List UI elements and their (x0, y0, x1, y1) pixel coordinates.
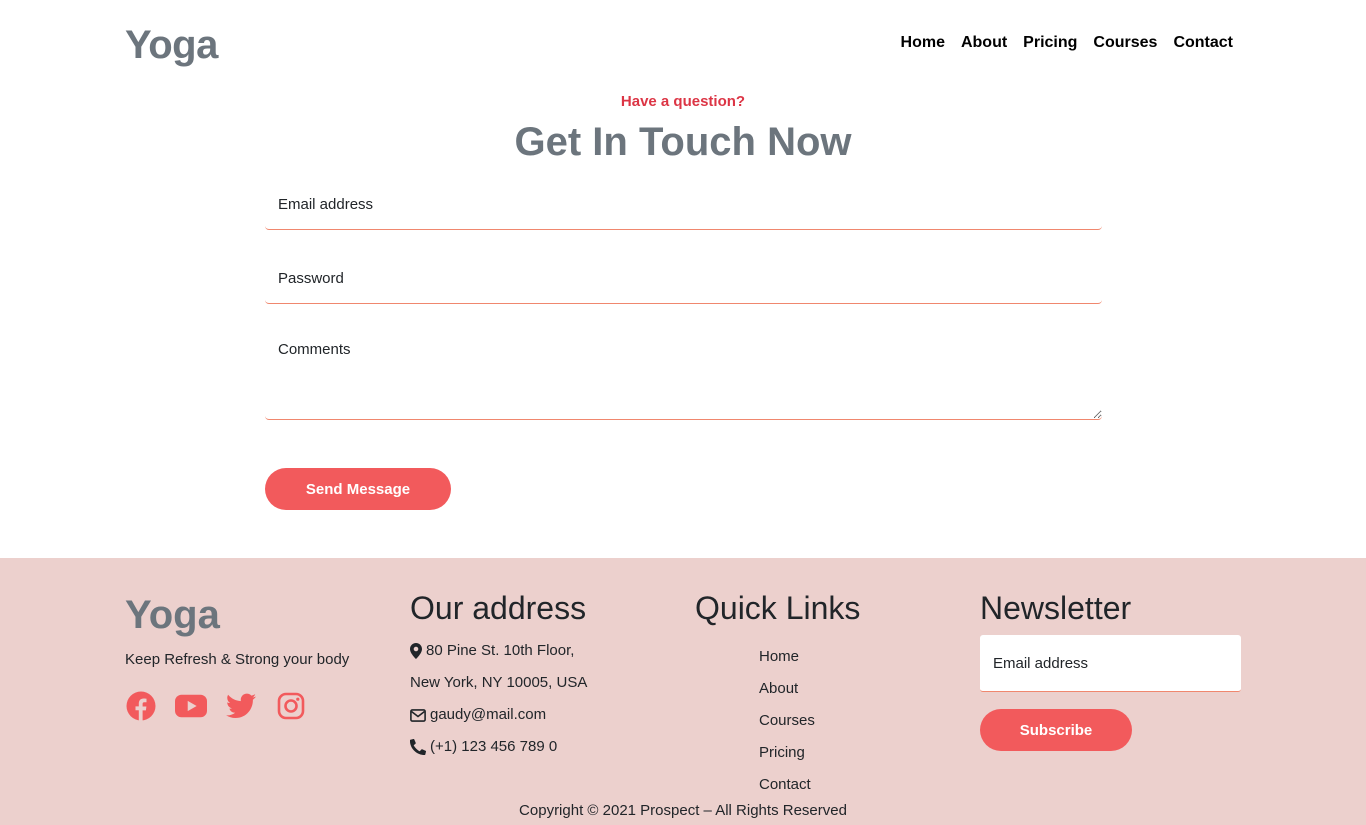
nav-about[interactable]: About (961, 33, 1007, 53)
nav-courses[interactable]: Courses (1093, 33, 1157, 53)
site-header: Yoga Home About Pricing Courses Contact (0, 0, 1366, 90)
contact-eyebrow: Have a question? (620, 93, 746, 110)
quick-link-pricing[interactable]: Pricing (759, 737, 815, 769)
nav-home[interactable]: Home (901, 33, 945, 53)
footer-tagline: Keep Refresh & Strong your body (125, 651, 350, 668)
contact-title: Get In Touch Now (514, 120, 852, 164)
envelope-icon (410, 708, 426, 722)
quick-links-title: Quick Links (695, 590, 861, 626)
footer-brand: Yoga (125, 593, 220, 637)
address-phone: (+1) 123 456 789 0 (410, 737, 557, 757)
twitter-icon[interactable] (225, 690, 257, 722)
address-line-1: 80 Pine St. 10th Floor, (410, 641, 574, 661)
map-marker-icon (410, 643, 422, 659)
address-street: 80 Pine St. 10th Floor, (426, 642, 575, 659)
quick-link-about[interactable]: About (759, 673, 815, 705)
brand-logo[interactable]: Yoga (125, 22, 218, 68)
email-field[interactable] (265, 180, 1102, 230)
address-email: gaudy@mail.com (410, 705, 546, 725)
quick-link-home[interactable]: Home (759, 641, 815, 673)
site-footer: Yoga Keep Refresh & Strong your body Our… (0, 558, 1366, 825)
quick-link-contact[interactable]: Contact (759, 769, 815, 801)
password-field[interactable] (265, 254, 1102, 304)
address-line-2: New York, NY 10005, USA (410, 673, 587, 693)
phone-text[interactable]: (+1) 123 456 789 0 (430, 737, 557, 757)
comments-field[interactable] (265, 330, 1102, 420)
newsletter-email-input[interactable] (980, 635, 1241, 692)
phone-icon (410, 739, 426, 755)
send-message-button[interactable]: Send Message (265, 468, 451, 510)
youtube-icon[interactable] (175, 690, 207, 722)
address-title: Our address (410, 590, 587, 626)
instagram-icon[interactable] (275, 690, 307, 722)
nav-pricing[interactable]: Pricing (1023, 33, 1077, 53)
nav-contact[interactable]: Contact (1173, 33, 1233, 53)
subscribe-button[interactable]: Subscribe (980, 709, 1132, 751)
social-links (125, 690, 307, 722)
copyright: Copyright © 2021 Prospect – All Rights R… (519, 802, 847, 819)
facebook-icon[interactable] (125, 690, 157, 722)
email-text[interactable]: gaudy@mail.com (430, 705, 546, 725)
address-city: New York, NY 10005, USA (410, 674, 588, 691)
quick-link-courses[interactable]: Courses (759, 705, 815, 737)
main-nav: Home About Pricing Courses Contact (901, 33, 1233, 53)
newsletter-title: Newsletter (980, 590, 1132, 626)
quick-links-list: Home About Courses Pricing Contact (759, 641, 815, 801)
